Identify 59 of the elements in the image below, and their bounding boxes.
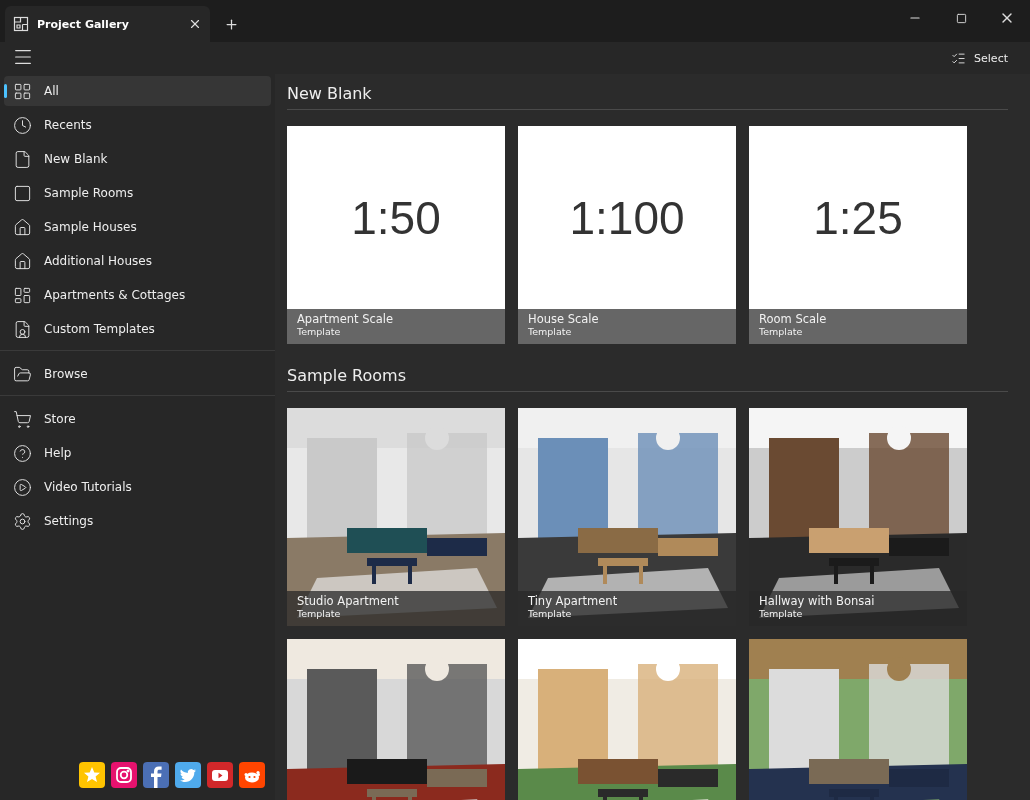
instagram-icon[interactable] [111,762,137,788]
template-label: Template [528,326,573,337]
template-name: Hallway with Bonsai [759,594,876,608]
template-card[interactable]: Hallway with Bonsai Template [749,408,967,626]
sidebar-item[interactable]: Video Tutorials [4,472,271,502]
sidebar-item[interactable]: Store [4,404,271,434]
template-label: Template [297,326,342,337]
sidebar-item[interactable]: All [4,76,271,106]
template-label: Template [297,608,342,619]
template-name: Studio Apartment [297,594,400,608]
sidebar-item[interactable]: Help [4,438,271,468]
template-name: Apartment Scale [297,312,395,326]
house-icon [13,217,32,237]
section-heading: Sample Rooms [287,366,1008,392]
document-icon [13,149,32,169]
sidebar-item[interactable]: Browse [4,359,271,389]
sidebar-item[interactable]: Additional Houses [4,246,271,276]
template-name: Room Scale [759,312,828,326]
user-document-icon [13,319,32,339]
sidebar-item[interactable]: Settings [4,506,271,536]
scale-label: 1:50 [351,190,441,245]
close-tab-button[interactable] [188,17,202,31]
close-icon [188,17,202,31]
house-icon [13,251,32,271]
select-button[interactable]: Select [945,49,1014,67]
folder-icon [13,364,32,384]
maximize-icon [955,12,967,24]
scale-label: 1:100 [569,190,685,245]
project-gallery-tab[interactable]: Project Gallery [5,6,210,42]
tab-title: Project Gallery [37,17,130,31]
cart-icon [13,409,32,429]
template-label: Template [759,326,804,337]
plus-icon [224,17,239,32]
sidebar-item[interactable]: New Blank [4,144,271,174]
template-card[interactable]: Tiny Apartment Template [518,408,736,626]
template-name: House Scale [528,312,600,326]
template-card[interactable]: Studio Apartment Template [287,408,505,626]
sidebar-item[interactable]: Custom Templates [4,314,271,344]
checklist-icon [951,50,967,66]
template-name: Tiny Apartment [528,594,619,608]
help-icon [13,443,32,463]
reddit-icon[interactable] [239,762,265,788]
youtube-icon[interactable] [207,762,233,788]
play-icon [13,477,32,497]
clock-icon [13,115,32,135]
square-icon [13,183,32,203]
sidebar-item[interactable]: Sample Houses [4,212,271,242]
sidebar-item[interactable]: Recents [4,110,271,140]
template-label: Template [759,608,804,619]
twitter-icon[interactable] [175,762,201,788]
section-heading: New Blank [287,84,1008,110]
new-tab-button[interactable] [224,17,239,32]
template-label: Template [528,608,573,619]
facebook-icon[interactable] [143,762,169,788]
grid-icon [13,81,32,101]
settings-icon [13,511,32,531]
scale-label: 1:25 [813,190,903,245]
sidebar-item[interactable]: Sample Rooms [4,178,271,208]
sidebar-item[interactable]: Apartments & Cottages [4,280,271,310]
